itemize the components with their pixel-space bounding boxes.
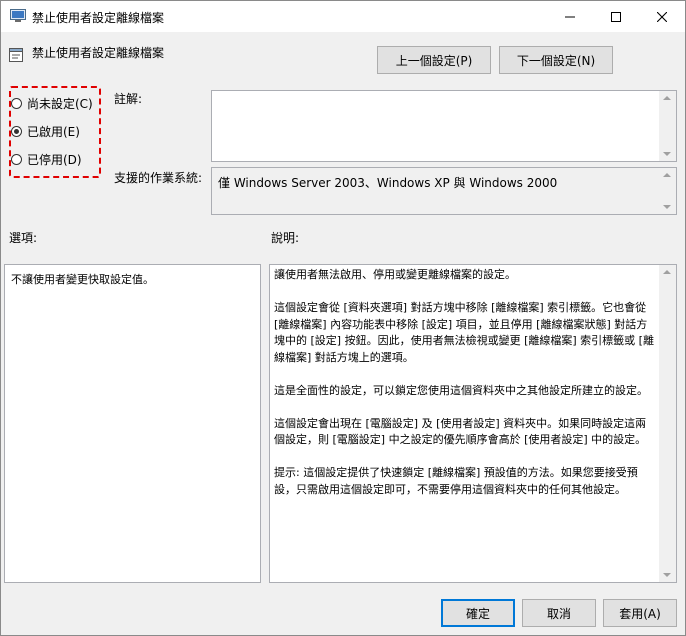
options-section-label: 選項: [9, 231, 38, 245]
minimize-button[interactable] [547, 1, 593, 32]
comment-textarea[interactable] [211, 90, 677, 162]
help-paragraph: 這個設定會出現在 [電腦設定] 及 [使用者設定] 資料夾中。如果同時設定這兩個… [274, 416, 647, 447]
scroll-down-icon[interactable] [663, 573, 671, 577]
apply-button[interactable]: 套用(A) [603, 599, 677, 627]
help-paragraph: 提示: 這個設定提供了快速鎖定 [離線檔案] 預設值的方法。如果您要接受預設，只… [274, 466, 638, 496]
help-section-label: 說明: [271, 231, 300, 245]
annotation-highlight-box [9, 86, 101, 178]
help-panel: 讓使用者無法啟用、停用或變更離線檔案的設定。 這個設定會從 [資料夾選項] 對話… [269, 264, 677, 583]
help-paragraph: 讓使用者無法啟用、停用或變更離線檔案的設定。 [274, 268, 516, 281]
maximize-button[interactable] [593, 1, 639, 32]
comment-scrollbar[interactable] [659, 91, 676, 161]
policy-name: 禁止使用者設定離線檔案 [32, 46, 165, 60]
supported-os-field: 僅 Windows Server 2003、Windows XP 與 Windo… [211, 167, 677, 215]
options-panel: 不讓使用者變更快取設定值。 [4, 264, 261, 583]
scroll-down-icon[interactable] [663, 205, 671, 209]
policy-window-icon [10, 9, 26, 23]
scroll-down-icon[interactable] [663, 152, 671, 156]
supported-os-value: 僅 Windows Server 2003、Windows XP 與 Windo… [218, 176, 558, 190]
cancel-button[interactable]: 取消 [522, 599, 596, 627]
help-paragraph: 這是全面性的設定，可以鎖定您使用這個資料夾中之其他設定所建立的設定。 [274, 383, 648, 397]
previous-setting-button[interactable]: 上一個設定(P) [377, 46, 491, 74]
policy-dialog: 禁止使用者設定離線檔案 禁止使用者設定離線檔案 上一個設定(P) 下一個設定(N… [0, 0, 686, 636]
next-setting-button[interactable]: 下一個設定(N) [499, 46, 613, 74]
help-paragraph: 這個設定會從 [資料夾選項] 對話方塊中移除 [離線檔案] 索引標籤。它也會從 … [274, 301, 654, 364]
help-scrollbar[interactable] [659, 265, 676, 582]
scroll-up-icon[interactable] [663, 96, 671, 100]
title-bar: 禁止使用者設定離線檔案 [1, 1, 685, 32]
scroll-up-icon[interactable] [663, 270, 671, 274]
scroll-up-icon[interactable] [663, 173, 671, 177]
window-title: 禁止使用者設定離線檔案 [32, 11, 165, 25]
ok-button[interactable]: 確定 [441, 599, 515, 627]
policy-setting-icon [8, 47, 24, 63]
options-text: 不讓使用者變更快取設定值。 [11, 273, 154, 286]
close-icon [657, 11, 667, 22]
supported-os-label: 支援的作業系統: [114, 171, 203, 185]
comment-label: 註解: [114, 92, 143, 106]
help-text: 讓使用者無法啟用、停用或變更離線檔案的設定。 這個設定會從 [資料夾選項] 對話… [274, 267, 656, 515]
supported-os-scrollbar[interactable] [659, 168, 676, 214]
close-button[interactable] [639, 1, 685, 32]
